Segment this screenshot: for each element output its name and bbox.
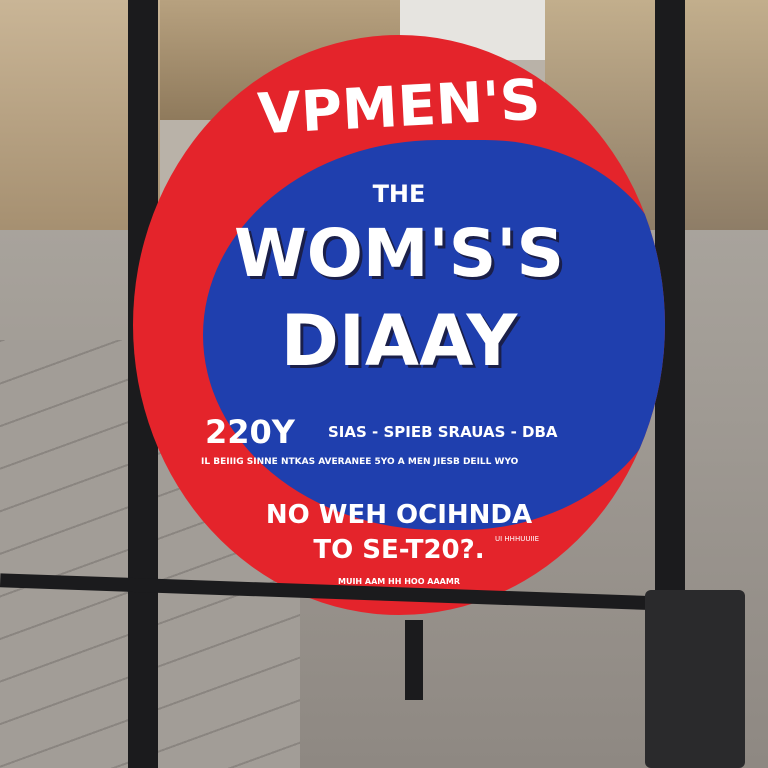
sign-fine-print: IL BEIIIG SINNE NTKAS AVERANEE 5YO A MEN… <box>201 457 519 467</box>
stand-base <box>645 590 745 768</box>
sign-subtitle: SIAS - SPIEB SRAUAS - DBA <box>328 423 558 441</box>
sign-bottom-line1: NO WEH OCIHNDA <box>265 500 533 530</box>
stand-clip <box>405 620 423 700</box>
sign-side-small: UI HHHUUIIE <box>495 535 540 543</box>
sign-small-heading: THE <box>372 180 426 208</box>
sign-year: 220Y <box>205 413 295 451</box>
sign-title-line2: DIAAY <box>280 300 518 382</box>
sign-bottom-line2: TO SE-T20?. <box>313 535 485 565</box>
womens-day-sign: VPMEN'S THE WOM'S'S DIAAY 220Y SIAS - SP… <box>133 35 665 615</box>
sign-title-line1: WOM'S'S <box>233 215 565 292</box>
